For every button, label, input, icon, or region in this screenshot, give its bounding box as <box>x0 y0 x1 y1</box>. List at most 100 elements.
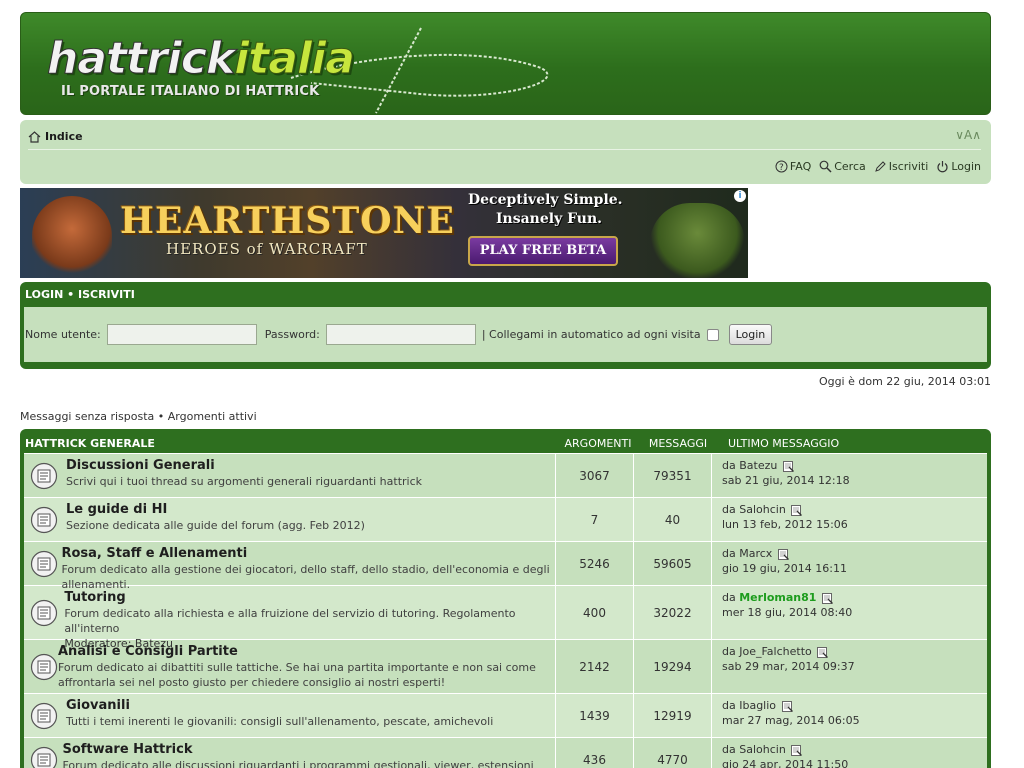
site-header: hattrickitalia IL PORTALE ITALIANO DI HA… <box>20 12 991 115</box>
forum-title-link[interactable]: Le guide di HI <box>66 502 365 518</box>
forum-last-post: da Ibaglio mar 27 mag, 2014 06:05 <box>712 694 987 737</box>
forum-status-icon-wrap <box>30 502 66 537</box>
forum-description: Scrivi qui i tuoi thread su argomenti ge… <box>66 475 423 488</box>
forum-last-post: da Merloman81 mer 18 giu, 2014 08:40 <box>712 586 987 639</box>
forum-info-cell: Discussioni Generali Scrivi qui i tuoi t… <box>24 454 556 497</box>
last-post-date: lun 13 feb, 2012 15:06 <box>722 518 848 531</box>
site-logo[interactable]: hattrickitalia <box>46 36 355 81</box>
forum-last-post: da Batezu sab 21 giu, 2014 12:18 <box>712 454 987 497</box>
question-icon: ? <box>775 160 788 173</box>
search-link[interactable]: Cerca <box>819 160 866 173</box>
last-post-author-link[interactable]: Merloman81 <box>739 591 816 604</box>
login-link[interactable]: Login <box>936 160 981 173</box>
view-latest-post-icon[interactable] <box>821 592 833 604</box>
view-latest-post-icon[interactable] <box>791 504 803 516</box>
forum-last-post: da Marcx gio 19 giu, 2014 16:11 <box>712 542 987 585</box>
forum-info-cell: Tutoring Forum dedicato alla richiesta e… <box>24 586 556 650</box>
forum-description: Tutti i temi inerenti le giovanili: cons… <box>66 715 494 728</box>
power-icon <box>937 161 948 173</box>
forum-status-icon-wrap <box>30 458 66 493</box>
forum-info-cell: Rosa, Staff e Allenamenti Forum dedicato… <box>24 542 556 591</box>
view-latest-post-icon[interactable] <box>781 700 793 712</box>
forum-row: Software Hattrick Forum dedicato alle di… <box>24 737 987 768</box>
last-post-date: gio 19 giu, 2014 16:11 <box>722 562 847 575</box>
last-post-prefix: da <box>722 645 736 658</box>
last-post-author-link[interactable]: Ibaglio <box>739 699 776 712</box>
last-post-prefix: da <box>722 547 736 560</box>
last-post-prefix: da <box>722 743 736 756</box>
forum-text: Analisi e Consigli Partite Forum dedicat… <box>58 644 551 689</box>
login-panel-title[interactable]: LOGIN • ISCRIVITI <box>24 286 987 304</box>
forum-topics-count: 5246 <box>556 542 634 585</box>
forum-category-header: HATTRICK GENERALE ARGOMENTI MESSAGGI ULT… <box>24 433 987 453</box>
forum-row: Tutoring Forum dedicato alla richiesta e… <box>24 585 987 650</box>
forum-topics-count: 436 <box>556 738 634 768</box>
forum-topics-count: 2142 <box>556 640 634 693</box>
login-panel: LOGIN • ISCRIVITI Nome utente: Password:… <box>20 282 991 369</box>
last-post-author-link[interactable]: Marcx <box>739 547 772 560</box>
search-label: Cerca <box>834 160 866 173</box>
forum-row: Discussioni Generali Scrivi qui i tuoi t… <box>24 453 987 497</box>
username-input[interactable] <box>106 324 257 345</box>
forum-title-link[interactable]: Tutoring <box>64 590 551 606</box>
forum-posts-count: 12919 <box>634 694 712 737</box>
forum-posts-count: 40 <box>634 498 712 541</box>
ad-banner[interactable]: HEARTHSTONE HEROES of WARCRAFT Deceptive… <box>20 188 748 278</box>
last-post-date: mer 18 giu, 2014 08:40 <box>722 606 853 619</box>
banner-line-2: Insanely Fun. <box>496 211 603 227</box>
forum-text: Discussioni Generali Scrivi qui i tuoi t… <box>66 458 422 493</box>
password-input[interactable] <box>325 324 476 345</box>
banner-cta-button[interactable]: PLAY FREE BETA <box>468 236 618 266</box>
forum-row: Rosa, Staff e Allenamenti Forum dedicato… <box>24 541 987 591</box>
last-post-author-link[interactable]: Batezu <box>739 459 777 472</box>
forum-title-link[interactable]: Software Hattrick <box>62 742 551 758</box>
forum-status-icon-wrap <box>30 644 58 689</box>
forum-text: Giovanili Tutti i temi inerenti le giova… <box>66 698 493 733</box>
view-latest-post-icon[interactable] <box>817 646 829 658</box>
forum-title-link[interactable]: Discussioni Generali <box>66 458 422 474</box>
category-title[interactable]: HATTRICK GENERALE <box>24 437 558 450</box>
forum-read-icon <box>30 462 58 489</box>
ad-info-icon[interactable]: i <box>734 190 746 202</box>
username-label: Nome utente: <box>25 328 101 341</box>
forum-text: Rosa, Staff e Allenamenti Forum dedicato… <box>61 546 551 591</box>
navbar-links: ? FAQ Cerca Iscriviti Login <box>775 160 981 173</box>
forum-info-cell: Software Hattrick Forum dedicato alle di… <box>24 738 556 768</box>
last-post-date: sab 29 mar, 2014 09:37 <box>722 660 855 673</box>
forum-last-post: da Joe_Falchetto sab 29 mar, 2014 09:37 <box>712 640 987 693</box>
quick-links[interactable]: Messaggi senza risposta • Argomenti atti… <box>20 410 991 423</box>
view-latest-post-icon[interactable] <box>791 744 803 756</box>
autologin-checkbox[interactable] <box>706 328 719 341</box>
logo-text-white: hattrick <box>46 33 235 84</box>
forum-row: Analisi e Consigli Partite Forum dedicat… <box>24 639 987 693</box>
view-latest-post-icon[interactable] <box>777 548 789 560</box>
pencil-icon <box>874 161 886 172</box>
logo-text-green: italia <box>234 33 356 84</box>
search-icon <box>819 160 832 173</box>
register-link[interactable]: Iscriviti <box>874 160 928 173</box>
forum-title-link[interactable]: Rosa, Staff e Allenamenti <box>61 546 551 562</box>
last-post-author-link[interactable]: Salohcin <box>739 503 786 516</box>
banner-subtitle: HEROES of WARCRAFT <box>166 240 368 258</box>
last-post-date: gio 24 apr, 2014 11:50 <box>722 758 849 768</box>
forum-row: Giovanili Tutti i temi inerenti le giova… <box>24 693 987 737</box>
navbar: Indice ∨A∧ ? FAQ Cerca Iscriviti Login <box>20 120 991 184</box>
font-size-control[interactable]: ∨A∧ <box>955 128 981 142</box>
forum-description: Sezione dedicata alle guide del forum (a… <box>66 519 365 532</box>
forum-topics-count: 400 <box>556 586 634 639</box>
view-latest-post-icon[interactable] <box>782 460 794 472</box>
last-post-author-link[interactable]: Joe_Falchetto <box>739 645 812 658</box>
forum-title-link[interactable]: Giovanili <box>66 698 493 714</box>
login-button[interactable]: Login <box>728 324 773 345</box>
forum-title-link[interactable]: Analisi e Consigli Partite <box>58 644 551 660</box>
faq-link[interactable]: ? FAQ <box>775 160 811 173</box>
banner-title: HEARTHSTONE <box>120 200 455 242</box>
current-date: Oggi è dom 22 giu, 2014 03:01 <box>818 375 991 388</box>
last-post-date: mar 27 mag, 2014 06:05 <box>722 714 860 727</box>
breadcrumb[interactable]: Indice <box>28 130 981 143</box>
breadcrumb-index-link[interactable]: Indice <box>45 130 83 143</box>
banner-hero-figure <box>32 196 112 278</box>
login-form: Nome utente: Password: | Collegami in au… <box>24 307 987 362</box>
last-post-author-link[interactable]: Salohcin <box>739 743 786 756</box>
forum-description: Forum dedicato ai dibattiti sulle tattic… <box>58 661 536 689</box>
